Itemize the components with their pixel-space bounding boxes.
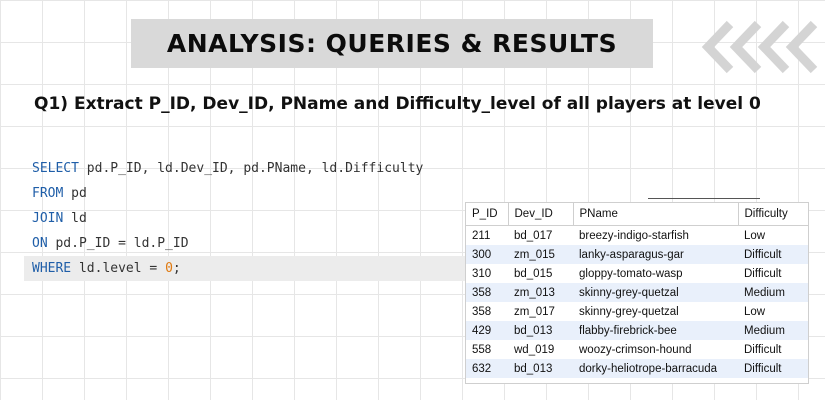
sql-text: pd.P_ID = ld.P_ID — [47, 236, 189, 251]
table-row[interactable]: 358 zm_013 skinny-grey-quetzal Medium — [466, 283, 808, 302]
sql-line-current: WHERE ld.level = 0; — [24, 256, 474, 281]
table-cell: breezy-indigo-starfish — [579, 229, 689, 242]
page-title: ANALYSIS: QUERIES & RESULTS — [166, 29, 618, 58]
table-row[interactable]: 358 zm_017 skinny-grey-quetzal Low — [466, 302, 808, 321]
table-cell: gloppy-tomato-wasp — [579, 267, 683, 280]
sql-line: SELECT pd.P_ID, ld.Dev_ID, pd.PName, ld.… — [24, 156, 474, 181]
table-cell: 358 — [472, 305, 492, 318]
table-cell: Difficult — [738, 245, 808, 264]
table-cell: 558 — [472, 343, 492, 356]
sql-text: ld.level = — [71, 261, 166, 276]
sql-text: pd.P_ID, ld.Dev_ID, pd.PName, ld.Difficu… — [78, 161, 424, 176]
question-text: Q1) Extract P_ID, Dev_ID, PName and Diff… — [34, 94, 761, 114]
sql-keyword: ON — [32, 236, 48, 251]
table-cell: zm_013 — [508, 283, 573, 302]
table-cell: Low — [744, 229, 766, 242]
table-cell: lanky-asparagus-gar — [573, 245, 738, 264]
sql-number: 0 — [165, 261, 173, 276]
table-cell: zm_015 — [508, 245, 573, 264]
table-cell: Medium — [738, 321, 808, 340]
table-row[interactable]: 632 bd_013 dorky-heliotrope-barracuda Diffi… — [466, 359, 808, 378]
sql-line: FROM pd — [24, 181, 474, 206]
table-cell: 358 — [466, 283, 508, 302]
table-row[interactable]: 300 zm_015 lanky-asparagus-gar Difficult — [466, 245, 808, 264]
sql-line: JOIN ld — [24, 206, 474, 231]
table-row[interactable]: 310 bd_015 gloppy-tomato-wasp Difficult — [466, 264, 808, 283]
table-cell: woozy-crimson-hound — [579, 343, 692, 356]
header-row: P_ID Dev_ID PName Difficulty — [466, 203, 808, 226]
column-header-pname[interactable]: PName — [573, 203, 739, 226]
table-cell: zm_017 — [514, 305, 555, 318]
table-cell: wd_019 — [514, 343, 555, 356]
table-cell: 211 — [472, 229, 491, 242]
sql-keyword: WHERE — [32, 261, 72, 276]
chevrons-left-icon — [701, 20, 818, 74]
table-cell: bd_015 — [514, 267, 553, 280]
table-cell: bd_017 — [514, 229, 553, 242]
table-cell: 429 — [466, 321, 508, 340]
sql-text: pd — [63, 186, 87, 201]
result-table: P_ID Dev_ID PName Difficulty 211 bd_017 br… — [466, 203, 808, 378]
sql-text: ld — [63, 211, 87, 226]
table-cell: 300 — [466, 245, 508, 264]
column-header-p-id[interactable]: P_ID — [466, 203, 509, 226]
table-cell: skinny-grey-quetzal — [579, 305, 679, 318]
table-cell: 310 — [472, 267, 492, 280]
table-cell: bd_013 — [508, 321, 573, 340]
sql-keyword: FROM — [32, 186, 64, 201]
table-cell: Difficult — [738, 359, 808, 378]
table-row[interactable]: 211 bd_017 breezy-indigo-starfish Low — [466, 226, 808, 246]
table-cell: Difficult — [744, 343, 782, 356]
table-row[interactable]: 429 bd_013 flabby-firebrick-bee Medium — [466, 321, 808, 340]
result-grid[interactable]: P_ID Dev_ID PName Difficulty 211 bd_017 br… — [465, 202, 809, 384]
sql-keyword: JOIN — [32, 211, 64, 226]
table-cell: Medium — [738, 283, 808, 302]
table-cell: Low — [744, 305, 766, 318]
table-cell: Difficult — [744, 267, 782, 280]
column-header-dev-id[interactable]: Dev_ID — [508, 203, 574, 226]
divider — [648, 198, 760, 199]
table-cell: flabby-firebrick-bee — [573, 321, 738, 340]
table-row[interactable]: 558 wd_019 woozy-crimson-hound Difficult — [466, 340, 808, 359]
title-banner: ANALYSIS: QUERIES & RESULTS — [131, 19, 653, 68]
sql-keyword: SELECT — [32, 161, 79, 176]
table-cell: dorky-heliotrope-barracuda — [573, 359, 738, 378]
table-cell: skinny-grey-quetzal — [573, 283, 738, 302]
table-cell: 632 — [466, 359, 508, 378]
sql-line: ON pd.P_ID = ld.P_ID — [24, 231, 474, 256]
column-header-difficulty[interactable]: Difficulty — [738, 203, 808, 226]
sql-query-editor[interactable]: SELECT pd.P_ID, ld.Dev_ID, pd.PName, ld.… — [24, 156, 474, 284]
sql-terminator: ; — [172, 261, 181, 276]
table-cell: bd_013 — [508, 359, 573, 378]
